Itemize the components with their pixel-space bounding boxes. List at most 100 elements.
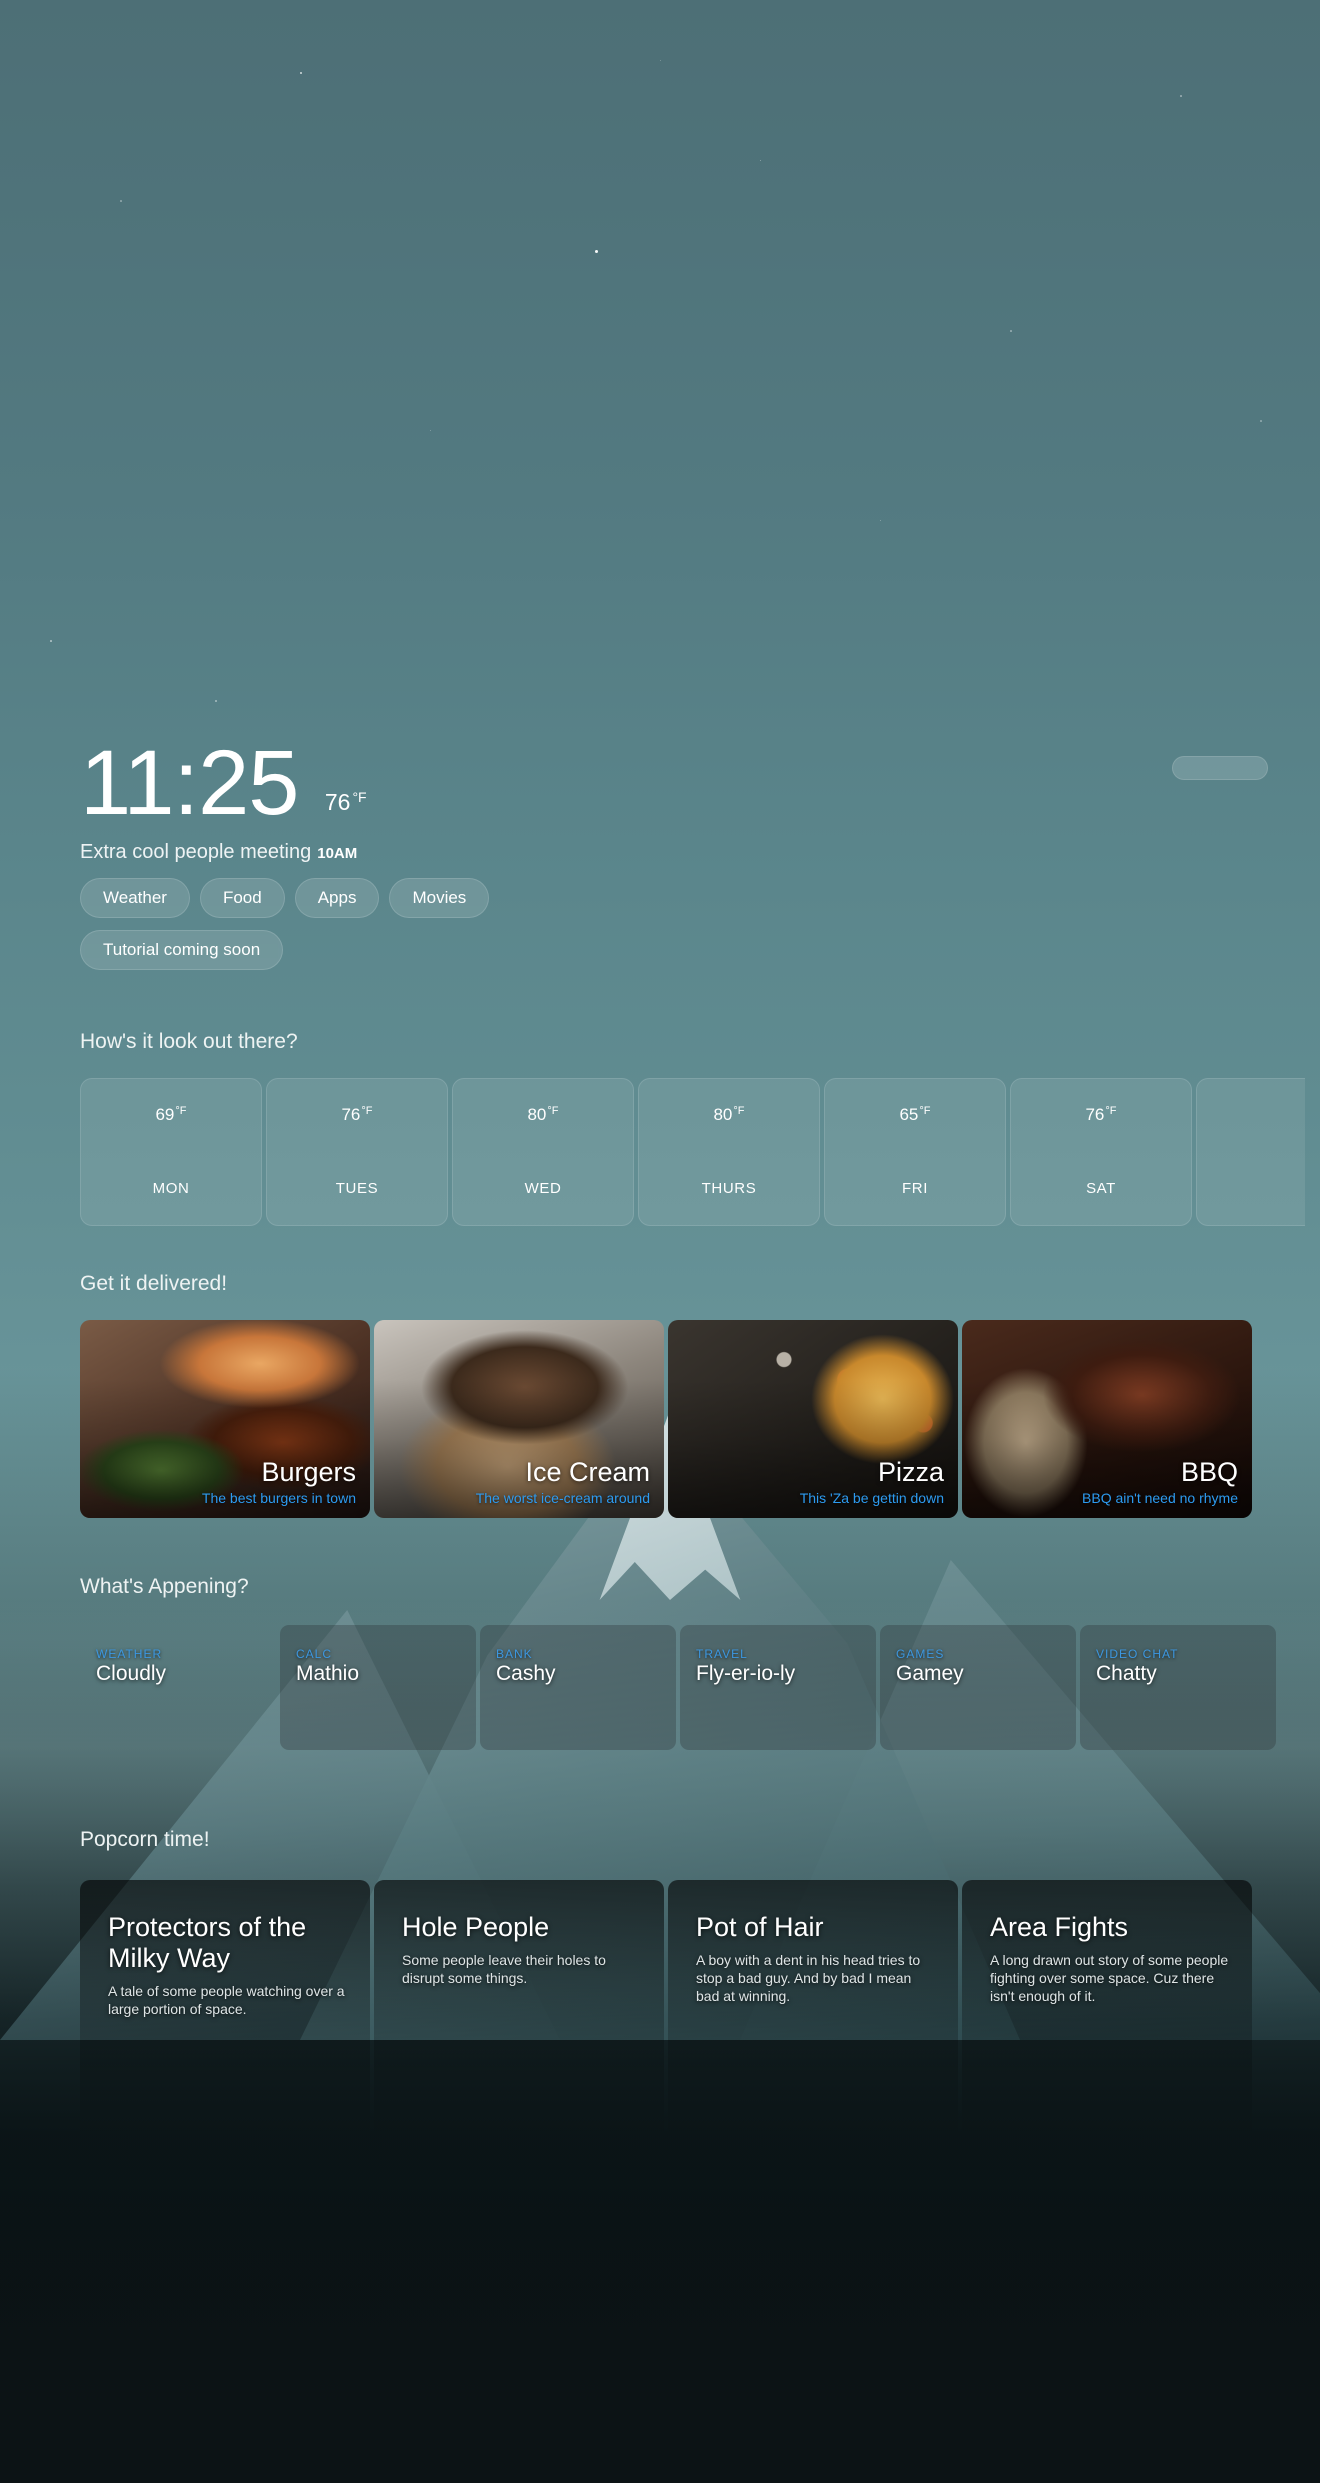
weather-day: WED (524, 1180, 562, 1197)
food-card-bbq[interactable]: BBQ BBQ ain't need no rhyme (962, 1320, 1252, 1518)
temperature-unit: °F (352, 789, 367, 805)
app-name: Mathio (296, 1662, 360, 1685)
food-title: Ice Cream (525, 1457, 650, 1487)
chip-apps[interactable]: Apps (294, 878, 380, 918)
app-category: VIDEO CHAT (1096, 1647, 1179, 1661)
movies-section-title: Popcorn time! (80, 1828, 210, 1851)
food-subtitle: The best burgers in town (201, 1490, 356, 1506)
app-card-text: TRAVEL Fly-er-io-ly (696, 1647, 795, 1686)
weather-day: FRI (902, 1180, 928, 1197)
app-card-text: BANK Cashy (496, 1647, 556, 1686)
movie-card-area-fights[interactable]: Area Fights A long drawn out story of so… (962, 1880, 1252, 2385)
apps-section-title: What's Appening? (80, 1575, 249, 1598)
food-subtitle: BBQ ain't need no rhyme (1082, 1490, 1238, 1506)
apps-row[interactable]: WEATHER Cloudly CALC Mathio BANK Cashy T… (80, 1625, 1305, 1750)
next-event: Extra cool people meeting 10AM (80, 841, 367, 864)
app-category: TRAVEL (696, 1647, 748, 1661)
weather-card-fri[interactable]: 65°F FRI (824, 1078, 1006, 1226)
weather-card-thurs[interactable]: 80°F THURS (638, 1078, 820, 1226)
food-card-text: Ice Cream The worst ice-cream around (476, 1456, 650, 1506)
movie-title: Hole People (402, 1912, 550, 1942)
star (300, 72, 303, 75)
app-category: CALC (296, 1647, 333, 1661)
movie-title: Pot of Hair (696, 1912, 824, 1942)
movie-card-text: Protectors of the Milky Way A tale of so… (108, 1912, 350, 2018)
star (430, 430, 432, 432)
app-category: GAMES (896, 1647, 945, 1661)
food-title: BBQ (1180, 1457, 1238, 1487)
app-name: Fly-er-io-ly (696, 1662, 796, 1685)
weather-day: MON (152, 1180, 190, 1197)
food-section-title: Get it delivered! (80, 1272, 228, 1295)
app-card-text: VIDEO CHAT Chatty (1096, 1647, 1178, 1686)
app-card-text: WEATHER Cloudly (96, 1647, 166, 1686)
chip-tutorial[interactable]: Tutorial coming soon (80, 930, 284, 970)
app-card-cashy[interactable]: BANK Cashy (480, 1625, 676, 1750)
star (50, 640, 52, 642)
food-card-pizza[interactable]: Pizza This 'Za be gettin down (668, 1320, 958, 1518)
quick-filter-chips: Weather Food Apps Movies Tutorial coming so… (80, 878, 840, 982)
weather-card-tues[interactable]: 76°F TUES (266, 1078, 448, 1226)
movie-card-hole-people[interactable]: Hole People Some people leave their hole… (374, 1880, 664, 2385)
app-card-flyeriorly[interactable]: TRAVEL Fly-er-io-ly (680, 1625, 876, 1750)
food-card-burgers[interactable]: Burgers The best burgers in town (80, 1320, 370, 1518)
star (595, 250, 599, 254)
weather-card-next[interactable] (1196, 1078, 1305, 1226)
star (880, 520, 882, 522)
weather-card-mon[interactable]: 69°F MON (80, 1078, 262, 1226)
drag-handle[interactable] (1172, 756, 1268, 780)
event-title: Extra cool people meeting (80, 841, 312, 863)
weather-day: THURS (701, 1180, 757, 1197)
app-category: WEATHER (96, 1647, 163, 1661)
weather-temp: 65°F (899, 1105, 931, 1124)
movie-card-pot-of-hair[interactable]: Pot of Hair A boy with a dent in his hea… (668, 1880, 958, 2385)
food-card-text: Burgers The best burgers in town (202, 1456, 356, 1506)
app-card-mathio[interactable]: CALC Mathio (280, 1625, 476, 1750)
current-time: 11:25 (80, 732, 299, 834)
app-overlay (280, 1625, 476, 1750)
movie-card-text: Pot of Hair A boy with a dent in his hea… (696, 1912, 938, 2005)
movie-card-protectors[interactable]: Protectors of the Milky Way A tale of so… (80, 1880, 370, 2385)
chip-food[interactable]: Food (199, 878, 285, 918)
movie-subtitle: A long drawn out story of some people fi… (990, 1952, 1229, 2004)
food-card-text: Pizza This 'Za be gettin down (800, 1456, 944, 1506)
app-name: Gamey (896, 1662, 964, 1685)
food-title: Pizza (877, 1457, 944, 1487)
home-screen: 11:25 76 °F Extra cool people meeting 10AM… (0, 0, 1320, 2483)
app-name: Cloudly (96, 1662, 167, 1685)
movie-subtitle: A boy with a dent in his head tries to s… (696, 1952, 921, 2004)
event-time: 10AM (317, 845, 358, 862)
food-title: Burgers (261, 1457, 356, 1487)
movie-subtitle: Some people leave their holes to disrupt… (402, 1952, 606, 1986)
chip-movies[interactable]: Movies (389, 878, 490, 918)
food-card-ice-cream[interactable]: Ice Cream The worst ice-cream around (374, 1320, 664, 1518)
weather-temp: 76°F (341, 1105, 373, 1124)
current-temperature: 76 °F (325, 789, 367, 816)
app-card-text: GAMES Gamey (896, 1647, 964, 1686)
star (120, 200, 122, 202)
weather-card-wed[interactable]: 80°F WED (452, 1078, 634, 1226)
movie-title: Area Fights (990, 1912, 1129, 1942)
movie-card-text: Area Fights A long drawn out story of so… (990, 1912, 1232, 2005)
weather-forecast-row[interactable]: 69°F MON 76°F TUES 80°F WED 80°F THURS 6… (80, 1078, 1305, 1226)
temperature-value: 76 (324, 789, 351, 815)
star (1180, 95, 1182, 97)
weather-day: SAT (1086, 1180, 1116, 1197)
food-subtitle: This 'Za be gettin down (799, 1490, 944, 1506)
app-overlay (680, 1625, 876, 1750)
app-card-cloudly[interactable]: WEATHER Cloudly (80, 1625, 276, 1750)
weather-temp: 69°F (155, 1105, 187, 1124)
app-card-gamey[interactable]: GAMES Gamey (880, 1625, 1076, 1750)
chip-weather[interactable]: Weather (80, 878, 190, 918)
star (1010, 330, 1012, 332)
food-card-text: BBQ BBQ ain't need no rhyme (1082, 1456, 1238, 1506)
movie-card-text: Hole People Some people leave their hole… (402, 1912, 644, 1987)
movies-row[interactable]: Protectors of the Milky Way A tale of so… (80, 1880, 1305, 2385)
star (760, 160, 762, 162)
food-delivery-row[interactable]: Burgers The best burgers in town Ice Cre… (80, 1320, 1305, 1518)
weather-card-sat[interactable]: 76°F SAT (1010, 1078, 1192, 1226)
app-card-text: CALC Mathio (296, 1647, 359, 1686)
app-card-chatty[interactable]: VIDEO CHAT Chatty (1080, 1625, 1276, 1750)
weather-temp: 80°F (527, 1105, 559, 1124)
movie-title: Protectors of the Milky Way (108, 1912, 307, 1973)
